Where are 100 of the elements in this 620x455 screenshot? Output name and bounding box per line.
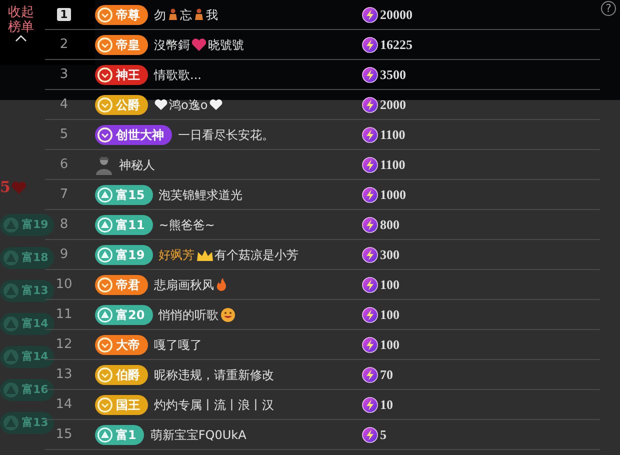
lightning-coin-icon [362,6,378,22]
name-text: 灼灼专属丨流丨浪丨汉 [154,396,274,414]
emblem-icon [97,66,113,82]
name-text: 情歌歌... [154,66,202,84]
score-value: 1000 [380,186,406,204]
name-text: 鸿o逸o [169,96,208,114]
triangle-icon [97,306,113,322]
lightning-coin-icon [362,156,378,172]
lightning-coin-icon [362,66,378,82]
score-value: 20000 [380,6,412,24]
name-text: 昵称违规，请重新修改 [154,366,274,384]
score-value: 2000 [380,96,406,114]
lightning-coin-icon [362,36,378,52]
emblem-icon [97,396,113,412]
rank-number: 9 [60,246,68,262]
rank-number: 8 [60,216,68,232]
triangle-icon [97,246,113,262]
rank-badge: 富19 [95,244,153,264]
score-value: 800 [380,216,400,234]
lightning-coin-icon [362,306,378,322]
heart-icon [11,180,28,195]
rank-badge: 帝尊 [95,4,148,24]
lightning-coin-icon [362,396,378,412]
lightning-coin-icon [362,276,378,292]
name-text: 勿 [154,6,166,24]
rank-number: 12 [56,336,72,352]
rank-badge: 帝皇 [95,34,148,54]
crown-icon [196,248,214,262]
rank-badge: 大帝 [95,334,148,354]
score-value: 10 [380,396,393,414]
rank-badge: 富1 [95,424,144,444]
triangle-icon [97,426,113,442]
name-text: 忘 [180,6,192,24]
name-text: 神秘人 [119,156,155,174]
emblem-icon [97,366,113,382]
heart-icon [154,98,168,111]
score-value: 100 [380,306,400,324]
triangle-icon [97,216,113,232]
rank-number: 15 [56,426,72,442]
figure-icon [167,8,179,21]
emblem-icon [97,276,113,292]
rank-number: 6 [60,156,68,172]
rank-number: 1 [57,8,71,21]
wealth-badge: 富14 [0,313,54,335]
score-value: 1100 [380,126,406,144]
lightning-coin-icon [362,216,378,232]
score-value: 100 [380,276,400,294]
collapse-button[interactable]: 收起榜单 [0,0,42,42]
name-text: 好飒芳 [158,246,195,264]
emblem-icon [97,36,113,52]
rank-badge: 神王 [95,64,148,84]
name-text: 萌新宝宝FQ0UkA [150,426,246,444]
lightning-coin-icon [362,366,378,382]
triangle-icon [97,186,113,202]
level-number: 5 [0,177,10,198]
rank-badge: 富15 [95,184,153,204]
name-text: 泡芙锦鲤求道光 [158,186,243,204]
rank-badge: 国王 [95,394,148,414]
rank-badge: 富11 [95,214,153,234]
name-text: 一日看尽长安花。 [178,126,274,144]
score-value: 100 [380,336,400,354]
name-text: 有个菇凉是小芳 [214,246,299,264]
rank-number: 14 [56,396,72,412]
score-value: 1100 [380,156,406,174]
rank-number: 7 [60,186,68,202]
lightning-coin-icon [362,126,378,142]
rank-number: 13 [56,366,72,382]
score-value: 5 [380,426,386,444]
person-silhouette-icon [95,154,113,174]
lightning-coin-icon [362,246,378,262]
score-value: 70 [380,366,393,384]
emblem-icon [97,336,113,352]
caret-up-icon [15,35,27,42]
lightning-coin-icon [362,426,378,442]
name-text: 沒幣鎶 [154,36,190,54]
rank-badge: 创世大神 [95,124,172,144]
score-value: 300 [380,246,400,264]
wealth-badge: 富14 [0,346,54,368]
rank-number: 10 [56,276,72,292]
flame-icon [215,277,227,292]
wealth-badge: 富18 [0,247,54,269]
rank-badge: 伯爵 [95,364,148,384]
name-text: 嘎了嘎了 [154,336,202,354]
score-value: 3500 [380,66,406,84]
emblem-icon [97,6,113,22]
rank-badge: 富20 [95,304,153,324]
rank-badge: 公爵 [95,94,148,114]
rank-number: 2 [60,36,68,52]
lightning-coin-icon [362,96,378,112]
name-text: 悄悄的听歌 [158,306,219,324]
figure-icon [193,8,205,21]
name-text: ~熊爸爸~ [158,216,215,234]
score-value: 16225 [380,36,412,54]
heart-icon [208,98,223,111]
help-icon[interactable]: ? [601,1,616,16]
name-text: 悲扇画秋风 [154,276,214,294]
lightning-coin-icon [362,336,378,352]
rank-number: 4 [60,96,68,112]
smiley-icon [220,306,236,322]
wealth-badge: 富16 [0,379,54,401]
